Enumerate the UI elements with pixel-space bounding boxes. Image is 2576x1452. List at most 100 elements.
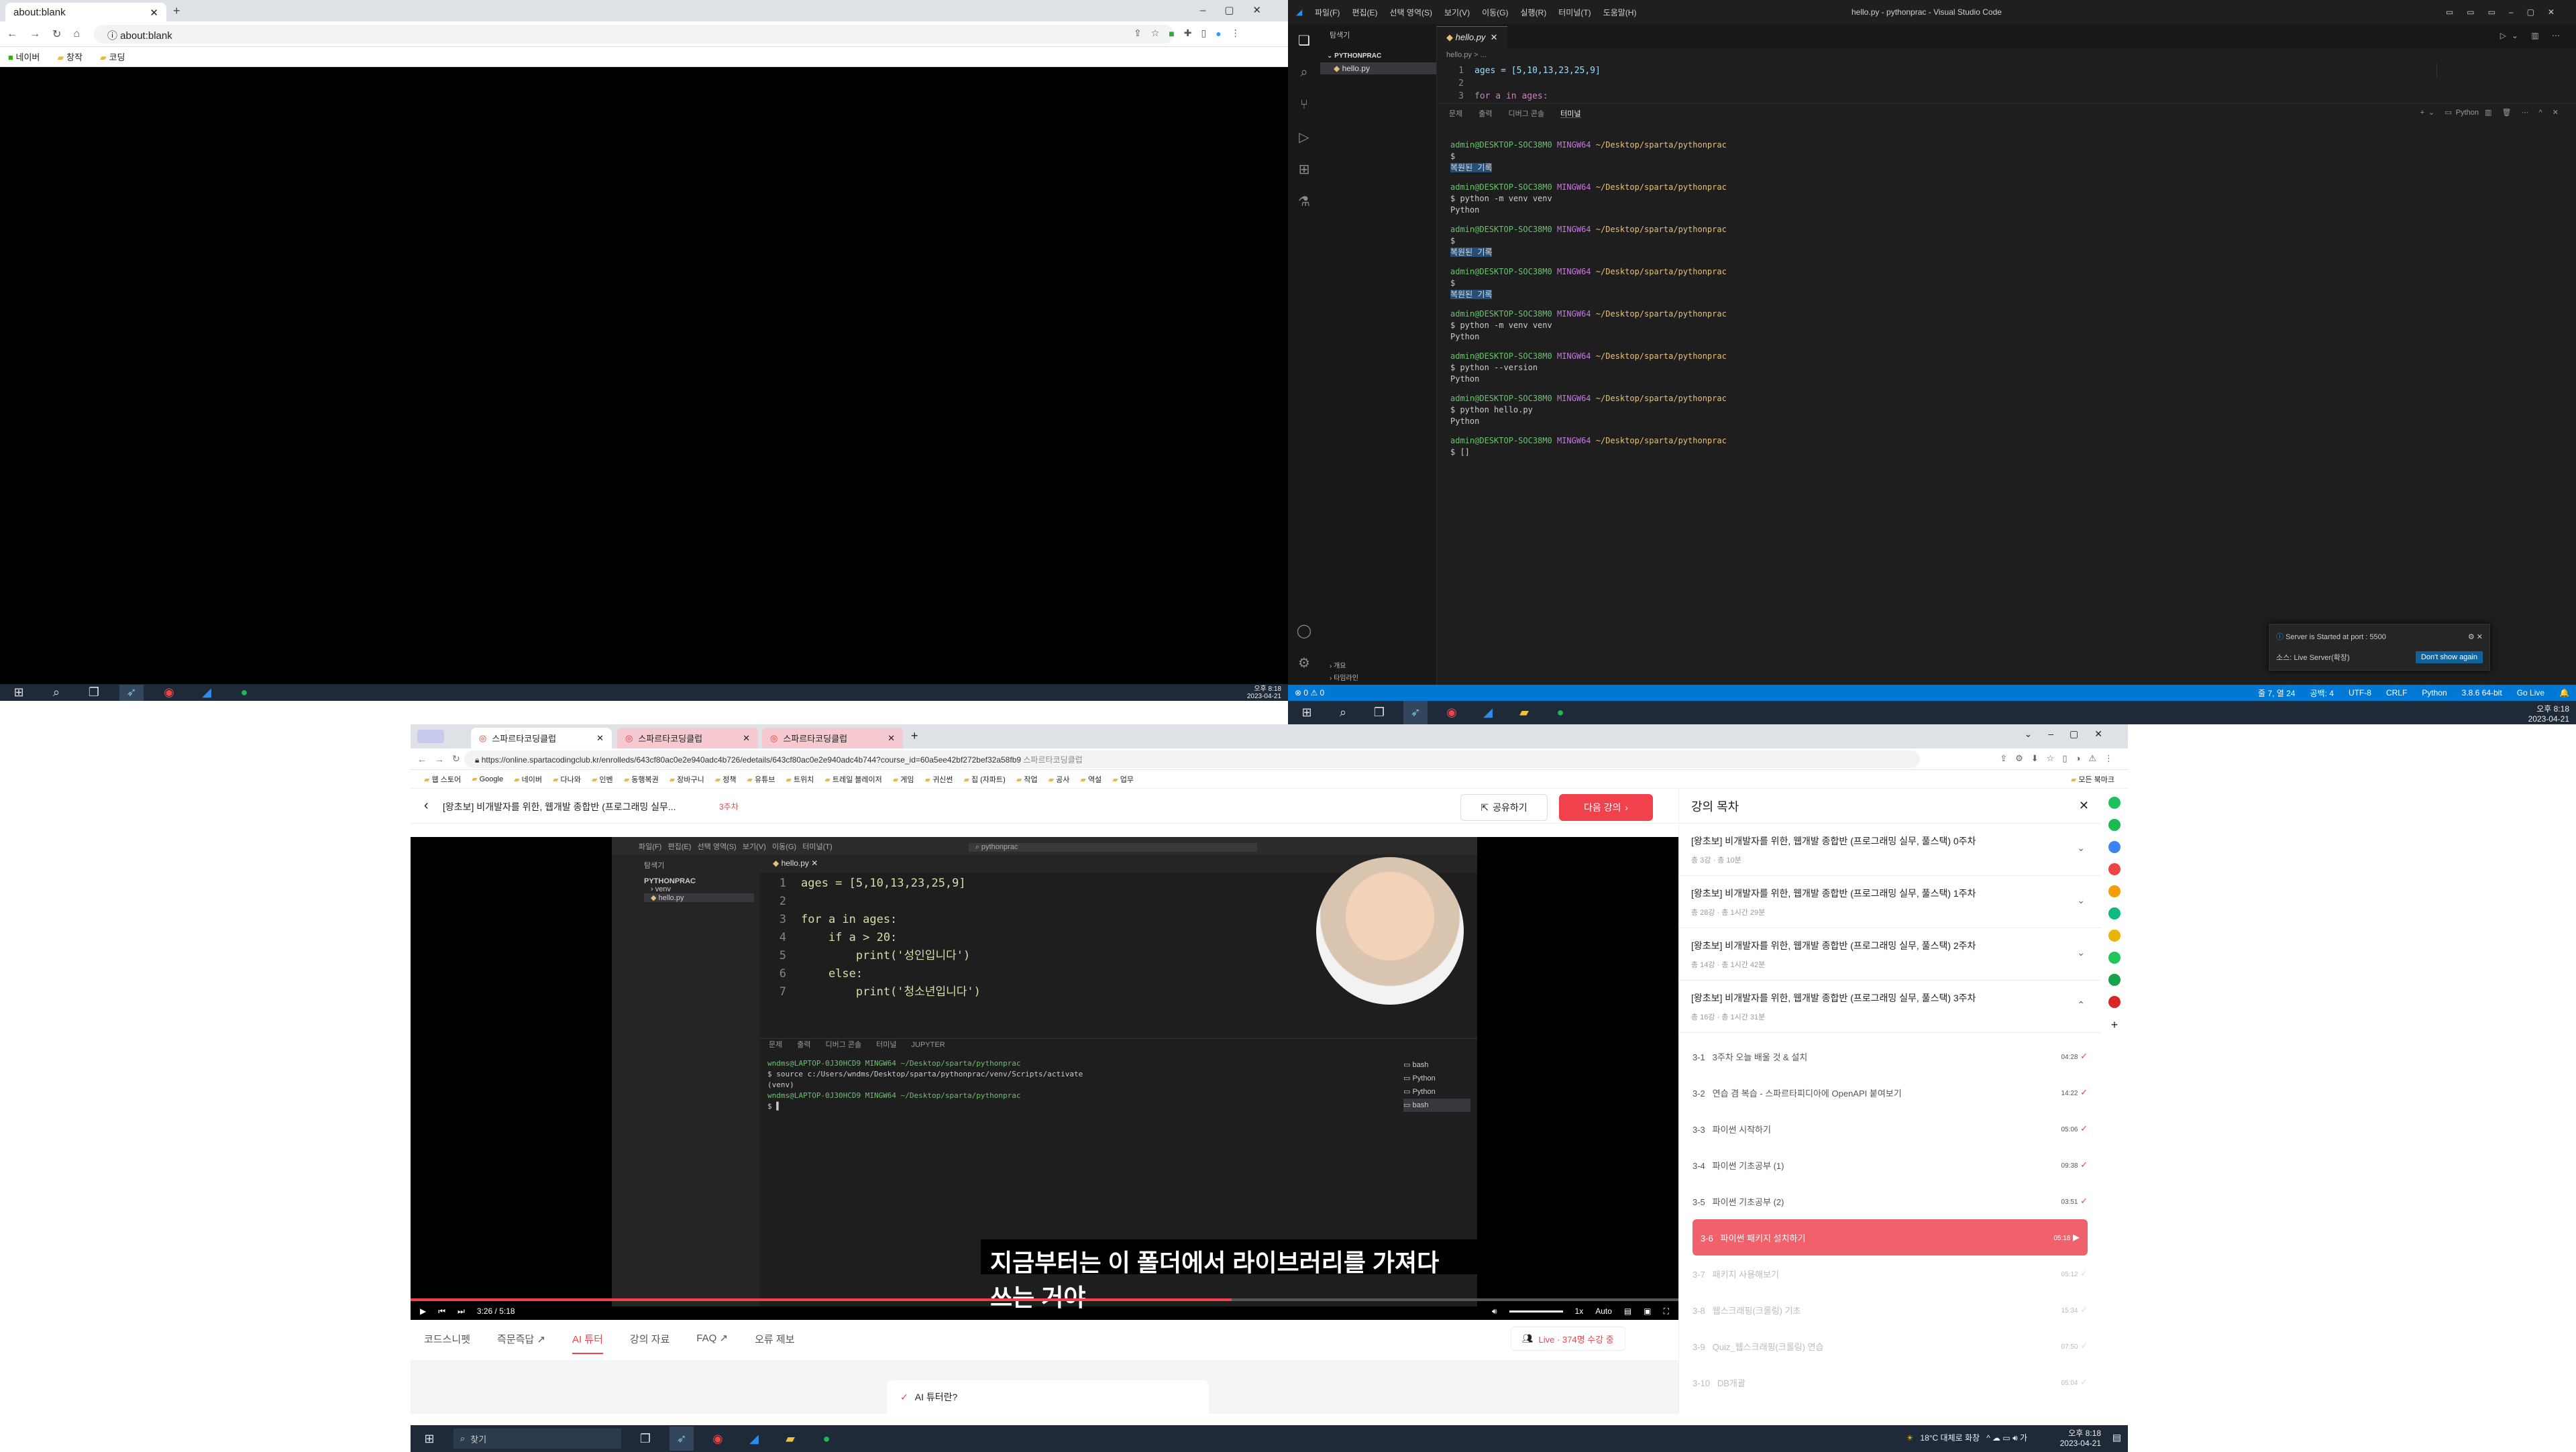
new-tab-icon[interactable]: + [173,4,180,18]
all-bookmarks[interactable]: ▰ 모든 북마크 [2071,774,2114,785]
browser-tab[interactable]: ◎ 스파르타코딩클럽 ✕ [617,728,758,748]
explorer-icon[interactable]: ❏ [1288,24,1320,56]
reload-icon[interactable]: ↻ [52,27,61,41]
search-box[interactable]: ⌕ 찾기 [453,1429,621,1449]
bookmark-item[interactable]: ▰ 인벤 [592,774,613,785]
bookmark-item[interactable]: ▰ 게임 [893,774,914,785]
address-bar[interactable]: ⓘ about:blank [94,25,1174,44]
window-controls[interactable]: ⌄–▢✕ [2025,728,2118,740]
bookmark-item[interactable]: ▰ 장바구니 [669,774,704,785]
search-icon[interactable]: ⌕ [44,685,68,701]
extension-icon[interactable] [2108,952,2121,964]
reload-icon[interactable]: ↻ [452,753,460,765]
cursor-position[interactable]: 줄 7, 열 24 [2258,687,2295,699]
quality-button[interactable]: Auto [1595,1306,1612,1316]
file-hello-py[interactable]: ◆ hello.py [1320,62,1436,74]
tab-lecture-materials[interactable]: 강의 자료 [630,1332,669,1354]
clock[interactable]: 오후 8:18 2023-04-21 [2060,1429,2101,1449]
progress-track[interactable] [411,1298,1678,1301]
run-debug-icon[interactable]: ▷ [1288,121,1320,153]
lesson-item[interactable]: 3-9 Quiz_웹스크래핑(크롤링) 연습 07:50 ✓ [1679,1328,2101,1364]
tab-search-icon[interactable] [417,730,444,743]
browser-tab[interactable]: ◎ 스파르타코딩클럽 ✕ [471,728,612,748]
notification-actions[interactable]: ⚙ ✕ [2468,632,2483,641]
go-live-button[interactable]: Go Live [2517,688,2544,697]
timeline-section[interactable]: › 타임라인 [1330,672,1358,682]
forward-icon[interactable]: → [435,754,444,765]
menu-help[interactable]: 도움말(H) [1603,7,1637,18]
forward-icon[interactable]: → [30,28,40,40]
lesson-item[interactable]: 3-8 웹스크래핑(크롤링) 기초 15:34 ✓ [1679,1292,2101,1328]
spotify-icon[interactable]: ● [1548,701,1572,725]
volume-icon[interactable]: 🔊︎ [1492,1306,1497,1317]
source-control-icon[interactable]: ⑂ [1288,89,1320,121]
toc-section[interactable]: [왕초보] 비개발자를 위한, 웹개발 종합반 (프로그래밍 실무, 풀스택) … [1679,981,2101,1033]
video-player[interactable]: 파일(F) 편집(E) 선택 영역(S) 보기(V) 이동(G) 터미널(T) … [411,837,1678,1320]
chrome-icon[interactable]: ◉ [1440,701,1464,725]
account-icon[interactable]: ◯ [1288,614,1320,647]
bookmark-item[interactable]: ▰ 다나와 [553,774,581,785]
extension-icon[interactable] [2108,974,2121,986]
new-tab-icon[interactable]: + [911,729,918,743]
lesson-item[interactable]: 3-5 파이썬 기초공부 (2) 03:51 ✓ [1679,1183,2101,1219]
lesson-item[interactable]: 3-7 패키지 사용해보기 05:12 ✓ [1679,1255,2101,1292]
menu-terminal[interactable]: 터미널(T) [1558,7,1591,18]
bookmark-item[interactable]: ▰ Google [472,775,503,783]
bookmark-item[interactable]: ▰ 공사 [1049,774,1070,785]
browser-tab[interactable]: about:blank ✕ [5,3,166,21]
star-icon[interactable]: ☆ [1151,27,1160,39]
menu-go[interactable]: 이동(G) [1482,7,1508,18]
lesson-item[interactable]: 3-6 파이썬 패키지 설치하기 05:18 ▶ [1693,1219,2088,1255]
extension-icon[interactable] [2108,907,2121,919]
folder-icon[interactable]: ▰ [778,1427,802,1451]
bird-app-icon[interactable]: ➶ [1403,700,1428,725]
extension-icon[interactable] [2108,996,2121,1008]
indent-status[interactable]: 공백: 4 [2310,687,2334,699]
tab-ai-tutor[interactable]: AI 튜터 [572,1332,603,1354]
vscode-icon[interactable]: ◢ [742,1427,766,1451]
back-icon[interactable]: ← [7,28,17,40]
tab-problems[interactable]: 문제 [1449,108,1462,118]
bookmark-item[interactable]: ▰ 정책 [715,774,737,785]
task-view-icon[interactable]: ❐ [633,1427,657,1451]
back-icon[interactable]: ← [417,754,427,765]
dont-show-again-button[interactable]: Don't show again [2415,651,2483,663]
vscode-icon[interactable]: ◢ [1476,701,1500,725]
puzzle-icon[interactable]: ✚ [1184,27,1192,39]
play-icon[interactable]: ▶ [420,1306,426,1316]
bookmark-item[interactable]: ▰ 집 (자파트) [963,774,1005,785]
problems-status[interactable]: ⊗ 0 ⚠ 0 [1295,688,1324,697]
tab-faq[interactable]: FAQ ↗ [696,1332,728,1354]
subtitles-icon[interactable]: ▤ [1624,1306,1631,1316]
outline-section[interactable]: › 개요 [1330,660,1346,670]
extension-icon[interactable] [2108,885,2121,897]
address-bar[interactable]: 🔒︎ https://online.spartacodingclub.kr/en… [464,750,1920,768]
breadcrumb[interactable]: hello.py > ... [1437,48,2576,62]
windows-start-icon[interactable]: ⊞ [1295,701,1319,725]
extension-icons[interactable]: ⇪⚙⬇☆▯◑⚠⋮ [2000,753,2121,764]
notifications-bell-icon[interactable]: 🔔 [2559,688,2569,697]
forward-icon[interactable]: ⏭ [458,1306,465,1317]
window-controls[interactable]: –▢✕ [1200,4,1280,16]
live-badge[interactable]: 👥︎ Live · 374명 수강 중 [1511,1327,1625,1351]
tab-debug-console[interactable]: 디버그 콘솔 [1509,108,1545,118]
menu-run[interactable]: 실행(R) [1520,7,1546,18]
lesson-item[interactable]: 3-4 파이썬 기초공부 (1) 09:38 ✓ [1679,1147,2101,1183]
bookmark-item[interactable]: ▰ 귀신썬 [925,774,953,785]
fullscreen-icon[interactable]: ⛶ [1664,1306,1669,1317]
menu-edit[interactable]: 편집(E) [1352,7,1377,18]
profile-icon[interactable]: ● [1216,28,1221,39]
close-icon[interactable]: ✕ [2079,799,2089,813]
tray-icons[interactable]: ^ ☁ ▭ 🔊︎ 가 [1986,1432,2027,1443]
speed-button[interactable]: 1x [1575,1306,1584,1316]
share-button[interactable]: ⇱ 공유하기 [1460,794,1548,821]
panel-actions[interactable]: +⌄ ▭Python ▥ 🗑 ⋯ ^ ✕ [2420,108,2563,117]
menu-view[interactable]: 보기(V) [1444,7,1470,18]
bookmark-item[interactable]: ▰ 네이버 [514,774,542,785]
bookmark-item[interactable]: ■ 네이버 [8,50,40,63]
share-icon[interactable]: ⇪ [1134,27,1142,39]
tab-terminal[interactable]: 터미널 [1560,108,1581,118]
clock[interactable]: 오후 8:18 2023-04-21 [2528,704,2569,724]
rewind-icon[interactable]: ⏮ [438,1306,445,1317]
interpreter-status[interactable]: 3.8.6 64-bit [2462,688,2502,697]
